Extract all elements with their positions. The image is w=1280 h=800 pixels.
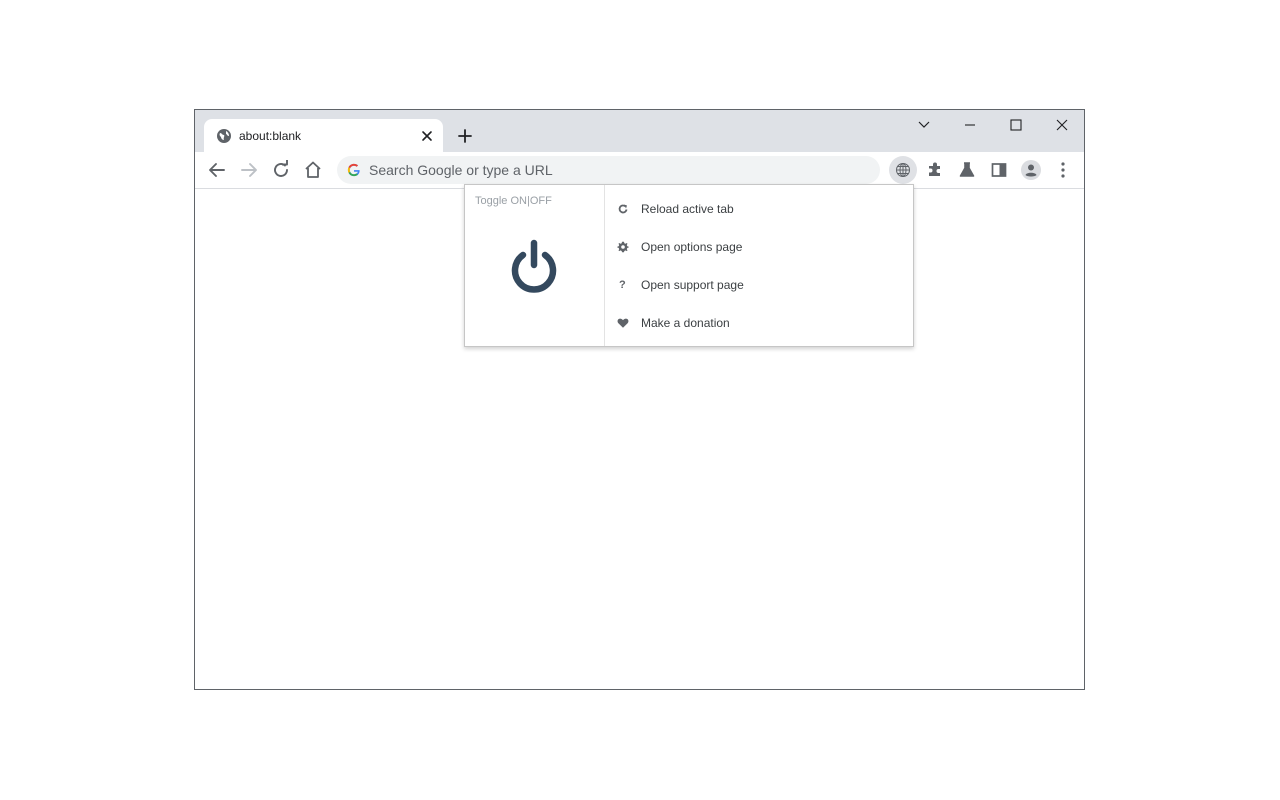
heart-icon (617, 318, 629, 328)
menu-item-make-a-donation[interactable]: Make a donation (605, 306, 913, 340)
tab-strip: about:blank (195, 110, 1084, 152)
back-arrow-icon[interactable] (205, 158, 229, 182)
menu-item-open-options-page[interactable]: Open options page (605, 230, 913, 264)
window-close-icon[interactable] (1047, 114, 1077, 136)
omnibox-input[interactable] (369, 156, 869, 184)
tab-title: about:blank (239, 129, 302, 143)
menu-item-reload-active-tab[interactable]: Reload active tab (605, 192, 913, 226)
puzzle-extensions-icon[interactable] (923, 158, 947, 182)
home-icon[interactable] (301, 158, 325, 182)
reload-icon (618, 204, 628, 214)
chevron-down-icon[interactable] (909, 114, 939, 136)
reload-icon[interactable] (269, 158, 293, 182)
toggle-panel: Toggle ON|OFF (465, 185, 605, 346)
toggle-label: Toggle ON|OFF (475, 195, 552, 207)
gear-icon (617, 241, 629, 253)
omnibox[interactable] (337, 156, 880, 184)
close-icon[interactable] (418, 127, 436, 145)
network-globe-icon (896, 163, 910, 177)
menu-item-open-support-page[interactable]: ? Open support page (605, 268, 913, 302)
globe-icon (217, 129, 231, 143)
new-tab-plus-icon[interactable] (453, 124, 477, 148)
kebab-menu-icon[interactable] (1051, 158, 1075, 182)
menu-item-label: Open support page (641, 278, 744, 292)
google-g-icon (347, 163, 360, 177)
menu-item-label: Open options page (641, 240, 743, 254)
menu-item-label: Reload active tab (641, 202, 734, 216)
minimize-icon[interactable] (955, 114, 985, 136)
maximize-icon[interactable] (1001, 114, 1031, 136)
tab-about-blank[interactable]: about:blank (204, 119, 443, 152)
active-extension-button[interactable] (889, 156, 917, 184)
profile-avatar-icon[interactable] (1019, 158, 1043, 182)
power-icon[interactable] (509, 239, 559, 293)
flask-labs-icon[interactable] (955, 158, 979, 182)
extension-popup: Toggle ON|OFF Reload active tab Open opt… (464, 184, 914, 347)
forward-arrow-icon[interactable] (237, 158, 261, 182)
question-icon: ? (619, 279, 626, 291)
side-panel-icon[interactable] (987, 158, 1011, 182)
menu-item-label: Make a donation (641, 316, 730, 330)
